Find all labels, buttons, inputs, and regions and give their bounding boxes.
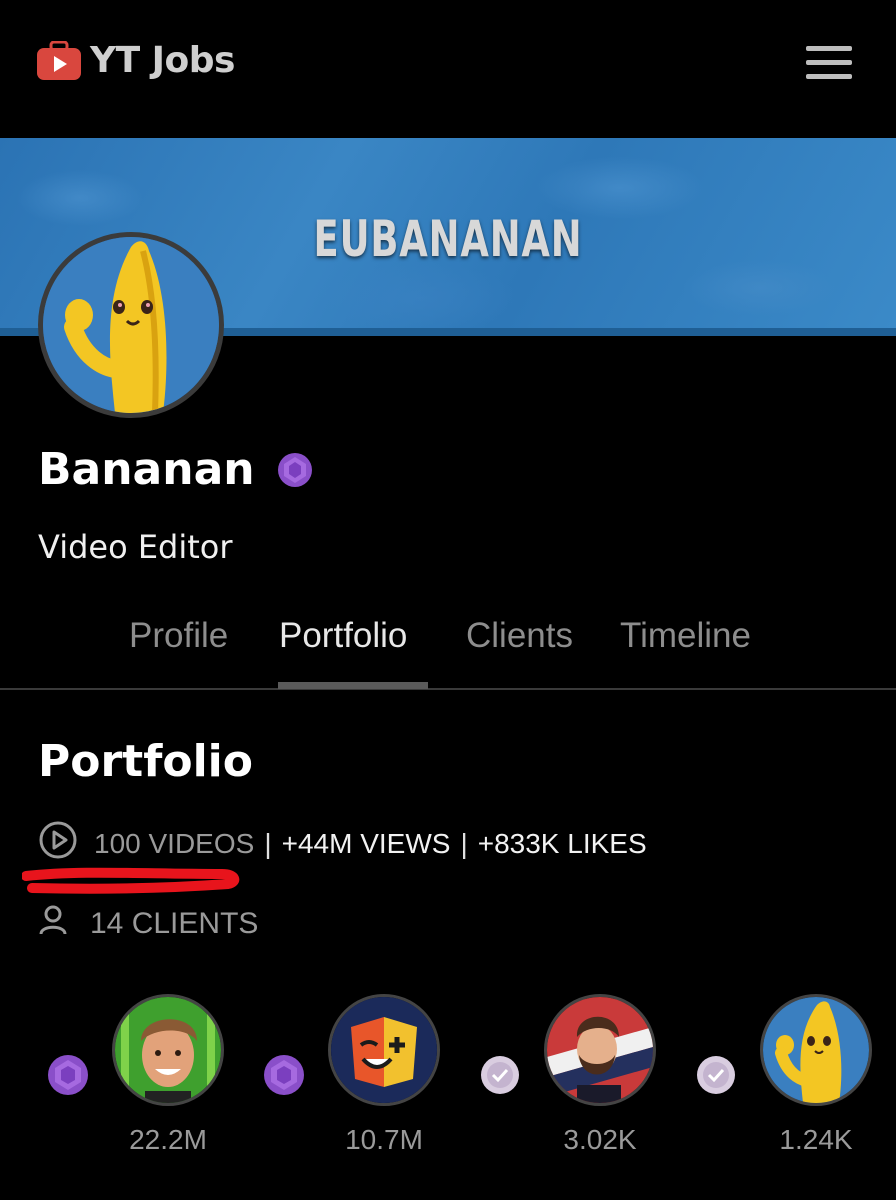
client-subscriber-count: 10.7M <box>345 1124 423 1155</box>
profile-avatar[interactable] <box>38 232 224 418</box>
red-underline-annotation <box>22 867 240 894</box>
profile-name-row: Bananan <box>38 444 313 495</box>
profile-tabs: Profile Portfolio Clients Timeline <box>0 600 896 690</box>
client-avatar[interactable] <box>112 994 224 1106</box>
tab-clients[interactable]: Clients <box>466 616 573 656</box>
client-subscriber-count: 3.02K <box>563 1124 637 1155</box>
app-logo[interactable]: YT Jobs <box>36 40 235 81</box>
hamburger-menu-icon[interactable] <box>806 46 852 80</box>
top-bar: YT Jobs <box>0 0 896 138</box>
play-circle-icon <box>38 820 78 867</box>
clients-count-row: 14 CLIENTS <box>38 904 258 944</box>
section-title: Portfolio <box>38 736 253 787</box>
youtube-briefcase-icon <box>36 40 82 81</box>
verified-check-icon <box>479 1054 521 1096</box>
client-avatar[interactable] <box>328 994 440 1106</box>
portfolio-stats: 100 VIDEOS | +44M VIEWS | +833K LIKES <box>38 820 647 867</box>
likes-count: +833K LIKES <box>477 827 647 859</box>
views-count: +44M VIEWS <box>281 827 451 859</box>
banana-character-icon <box>43 237 219 413</box>
purple-gem-icon <box>47 1054 89 1096</box>
stat-separator: | <box>264 827 272 859</box>
purple-gem-icon <box>277 452 313 488</box>
tab-timeline[interactable]: Timeline <box>620 616 751 656</box>
client-subscriber-count: 1.24K <box>779 1124 853 1155</box>
tab-portfolio[interactable]: Portfolio <box>279 616 407 656</box>
client-avatar[interactable] <box>760 994 872 1106</box>
client-subscriber-count: 22.2M <box>129 1124 207 1155</box>
profile-name: Bananan <box>38 444 255 495</box>
purple-gem-icon <box>263 1054 305 1096</box>
tab-profile[interactable]: Profile <box>129 616 228 656</box>
profile-role: Video Editor <box>38 528 233 566</box>
client-avatar[interactable] <box>544 994 656 1106</box>
user-icon <box>38 904 68 944</box>
stat-separator: | <box>460 827 468 859</box>
verified-check-icon <box>695 1054 737 1096</box>
app-name: YT Jobs <box>90 40 235 81</box>
active-tab-indicator <box>278 682 428 689</box>
clients-count: 14 CLIENTS <box>90 907 259 940</box>
videos-count: 100 VIDEOS <box>94 827 255 859</box>
